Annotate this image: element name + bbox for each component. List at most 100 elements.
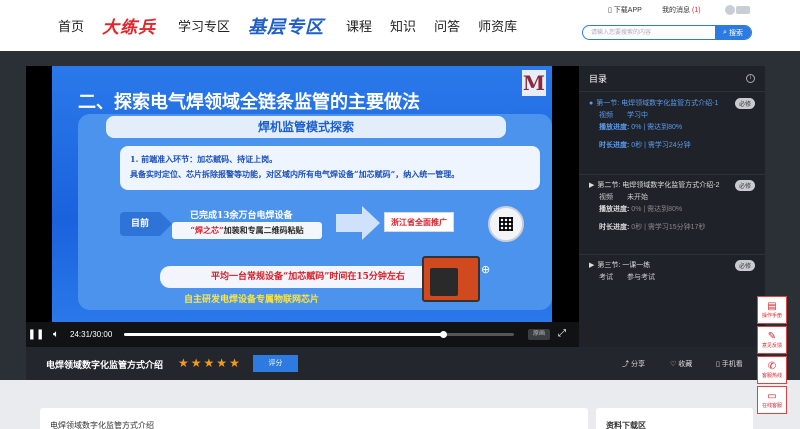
play-progress-value: 0% | 需达到80% — [631, 124, 683, 131]
catalog-header: 目录 i — [579, 66, 765, 92]
mobile-view-button[interactable]: ▯ 手机看 — [716, 359, 743, 369]
slide-step1-line2: 具备实时定位、芯片拆除报警等功能，对区域内所有电气焊设备“加芯赋码”，纳入统一管… — [130, 169, 460, 179]
chat-icon: ▭ — [767, 391, 777, 402]
duration-value: 0秒 | 需学习15分钟17秒 — [631, 224, 706, 231]
pencil-icon: ✎ — [767, 331, 777, 342]
share-button[interactable]: ⤴ 分享 — [622, 359, 645, 369]
share-icon: ⤴ — [622, 361, 631, 368]
zoom-icon: ⊕ — [481, 264, 491, 276]
slide-completed-text: 已完成13余万台电焊设备 — [190, 211, 293, 221]
divider — [579, 254, 765, 255]
section-title: 第一节: 电焊领域数字化监管方式介绍-1 — [596, 100, 719, 107]
slide-logo: M — [522, 70, 546, 96]
messages-link[interactable]: 我的消息 (1) — [662, 5, 701, 15]
catalog-title: 目录 — [589, 74, 608, 84]
star-icon[interactable]: ★ — [216, 356, 227, 370]
top-navigation-bar: 首页 大练兵 学习专区 基层专区 课程 知识 问答 师资库 ▯ 下载APP 我的… — [0, 0, 800, 51]
slide-self-developed: 自主研发电焊设备专属物联网芯片 — [184, 295, 320, 305]
type-label: 视频 — [599, 194, 613, 201]
type-label: 考试 — [599, 274, 613, 281]
status-text[interactable]: 参与考试 — [627, 274, 655, 281]
status-text: 未开始 — [627, 194, 648, 201]
star-icon[interactable]: ★ — [178, 356, 189, 370]
search-input[interactable] — [583, 26, 715, 39]
rating-stars[interactable]: ★ ★ ★ ★ ★ — [178, 356, 240, 370]
play-icon: ▶ — [589, 182, 595, 189]
type-label: 视频 — [599, 112, 613, 119]
time-display: 24:31/30:00 — [70, 330, 113, 339]
section-title-row: ● 第一节: 电焊领域数字化监管方式介绍-1 必修 — [589, 96, 755, 110]
search-button[interactable]: ⌕ 搜索 — [715, 26, 751, 39]
fullscreen-icon[interactable]: ⤢ — [558, 328, 566, 339]
duration-label: 时长进度: — [599, 224, 630, 231]
search-button-label: 搜索 — [728, 29, 743, 37]
player-controls: ❚❚ 🔈︎ 24:31/30:00 原画 ⤢ — [26, 322, 579, 347]
pause-icon[interactable]: ❚❚ — [26, 329, 46, 340]
slide-promo: 浙江省全面推广 — [384, 212, 454, 232]
duration-value: 0秒 | 需学习24分钟 — [631, 142, 691, 149]
course-intro-title: 电焊领域数字化监管方式介绍 — [50, 421, 154, 429]
online-service-button[interactable]: ▭ 在线客服 — [757, 386, 787, 414]
download-zone-card: 资料下载区 — [596, 408, 753, 429]
course-intro-card: 电焊领域数字化监管方式介绍 — [40, 408, 588, 429]
star-icon[interactable]: ★ — [191, 356, 202, 370]
section-type-row: 视频 未开始 — [589, 192, 755, 204]
qr-code-icon — [488, 206, 524, 242]
section-type-row: 考试 参与考试 — [589, 272, 755, 284]
slide-big-arrow — [336, 214, 362, 232]
favorite-button[interactable]: ♡ 收藏 — [670, 359, 692, 369]
download-app-link[interactable]: ▯ 下载APP — [608, 5, 642, 15]
catalog-section-3[interactable]: ▶ 第三节: 一课一练 必修 考试 参与考试 — [579, 258, 765, 284]
slide-chip-text-rest: 加装和专属二维码粘贴 — [223, 225, 304, 235]
nav-qa[interactable]: 问答 — [434, 16, 460, 35]
nav-courses[interactable]: 课程 — [346, 16, 372, 35]
main-nav: 首页 大练兵 学习专区 基层专区 课程 知识 问答 师资库 — [58, 0, 535, 51]
slide-title: 二、探索电气焊领域全链条监管的主要做法 — [78, 92, 420, 113]
qr-code-pattern — [499, 217, 513, 231]
catalog-section-1[interactable]: ● 第一节: 电焊领域数字化监管方式介绍-1 必修 视频 学习中 播放进度: 0%… — [579, 96, 765, 152]
progress-track[interactable] — [124, 331, 514, 338]
volume-icon[interactable]: 🔈︎ — [46, 329, 66, 340]
info-icon[interactable]: i — [746, 74, 755, 83]
quality-selector[interactable]: 原画 — [528, 329, 550, 340]
nav-teachers[interactable]: 师资库 — [478, 16, 517, 35]
slide-chip-text: “焊之芯”加装和专属二维码粘贴 — [172, 222, 322, 239]
search-icon: ⌕ — [723, 28, 727, 36]
progress-knob[interactable] — [439, 331, 447, 338]
required-tag: 必修 — [734, 179, 755, 191]
slide-step1-line1: 1. 前端准入环节：加芯赋码、持证上岗。 — [130, 154, 278, 164]
slide-chip-text-red: “焊之芯” — [190, 225, 224, 235]
nav-knowledge[interactable]: 知识 — [390, 16, 416, 35]
nav-dalianbing[interactable]: 大练兵 — [102, 13, 156, 38]
slide-arrow-tip — [160, 212, 172, 236]
course-info-bar: 电焊领域数字化监管方式介绍 ★ ★ ★ ★ ★ 评分 ⤴ 分享 ♡ 收藏 ▯ 手机看 — [26, 347, 765, 380]
required-tag: 必修 — [734, 97, 755, 109]
avatar[interactable] — [725, 5, 735, 15]
catalog-section-2[interactable]: ▶ 第二节: 电焊领域数字化监管方式介绍-2 必修 视频 未开始 播放进度: 0%… — [579, 178, 765, 234]
mobile-label: 手机看 — [721, 361, 743, 368]
hotline-button[interactable]: ✆ 客服热线 — [757, 356, 787, 384]
slide-average-time: 平均一台常规设备“加芯赋码”时间在15分钟左右 — [160, 266, 456, 288]
search-bar: ⌕ 搜索 — [582, 25, 752, 40]
nav-home[interactable]: 首页 — [58, 16, 84, 35]
slide-big-arrow-tip — [362, 206, 380, 240]
progress-fill — [124, 333, 443, 336]
manual-button[interactable]: ▤ 操作手册 — [757, 296, 787, 324]
status-text: 学习中 — [627, 112, 648, 119]
star-icon[interactable]: ★ — [204, 356, 215, 370]
rate-button[interactable]: 评分 — [253, 355, 298, 372]
online-service-label: 在线客服 — [761, 403, 782, 409]
video-player[interactable]: M 二、探索电气焊领域全链条监管的主要做法 焊机监管模式探索 1. 前端准入环节… — [26, 66, 579, 347]
username-redacted[interactable] — [736, 6, 750, 14]
star-icon[interactable]: ★ — [229, 356, 240, 370]
feedback-button[interactable]: ✎ 意见反馈 — [757, 326, 787, 354]
exam-icon: ▶ — [589, 262, 595, 269]
slide-current-label: 目前 — [120, 212, 160, 236]
page-bottom: 电焊领域数字化监管方式介绍 资料下载区 — [0, 380, 800, 429]
share-label: 分享 — [630, 361, 645, 368]
nav-grassroots-zone[interactable]: 基层专区 — [248, 13, 324, 39]
section-type-row: 视频 学习中 — [589, 110, 755, 122]
nav-study-zone[interactable]: 学习专区 — [178, 16, 230, 35]
play-progress-label: 播放进度: — [599, 124, 630, 131]
welding-machine-panel — [430, 268, 458, 296]
